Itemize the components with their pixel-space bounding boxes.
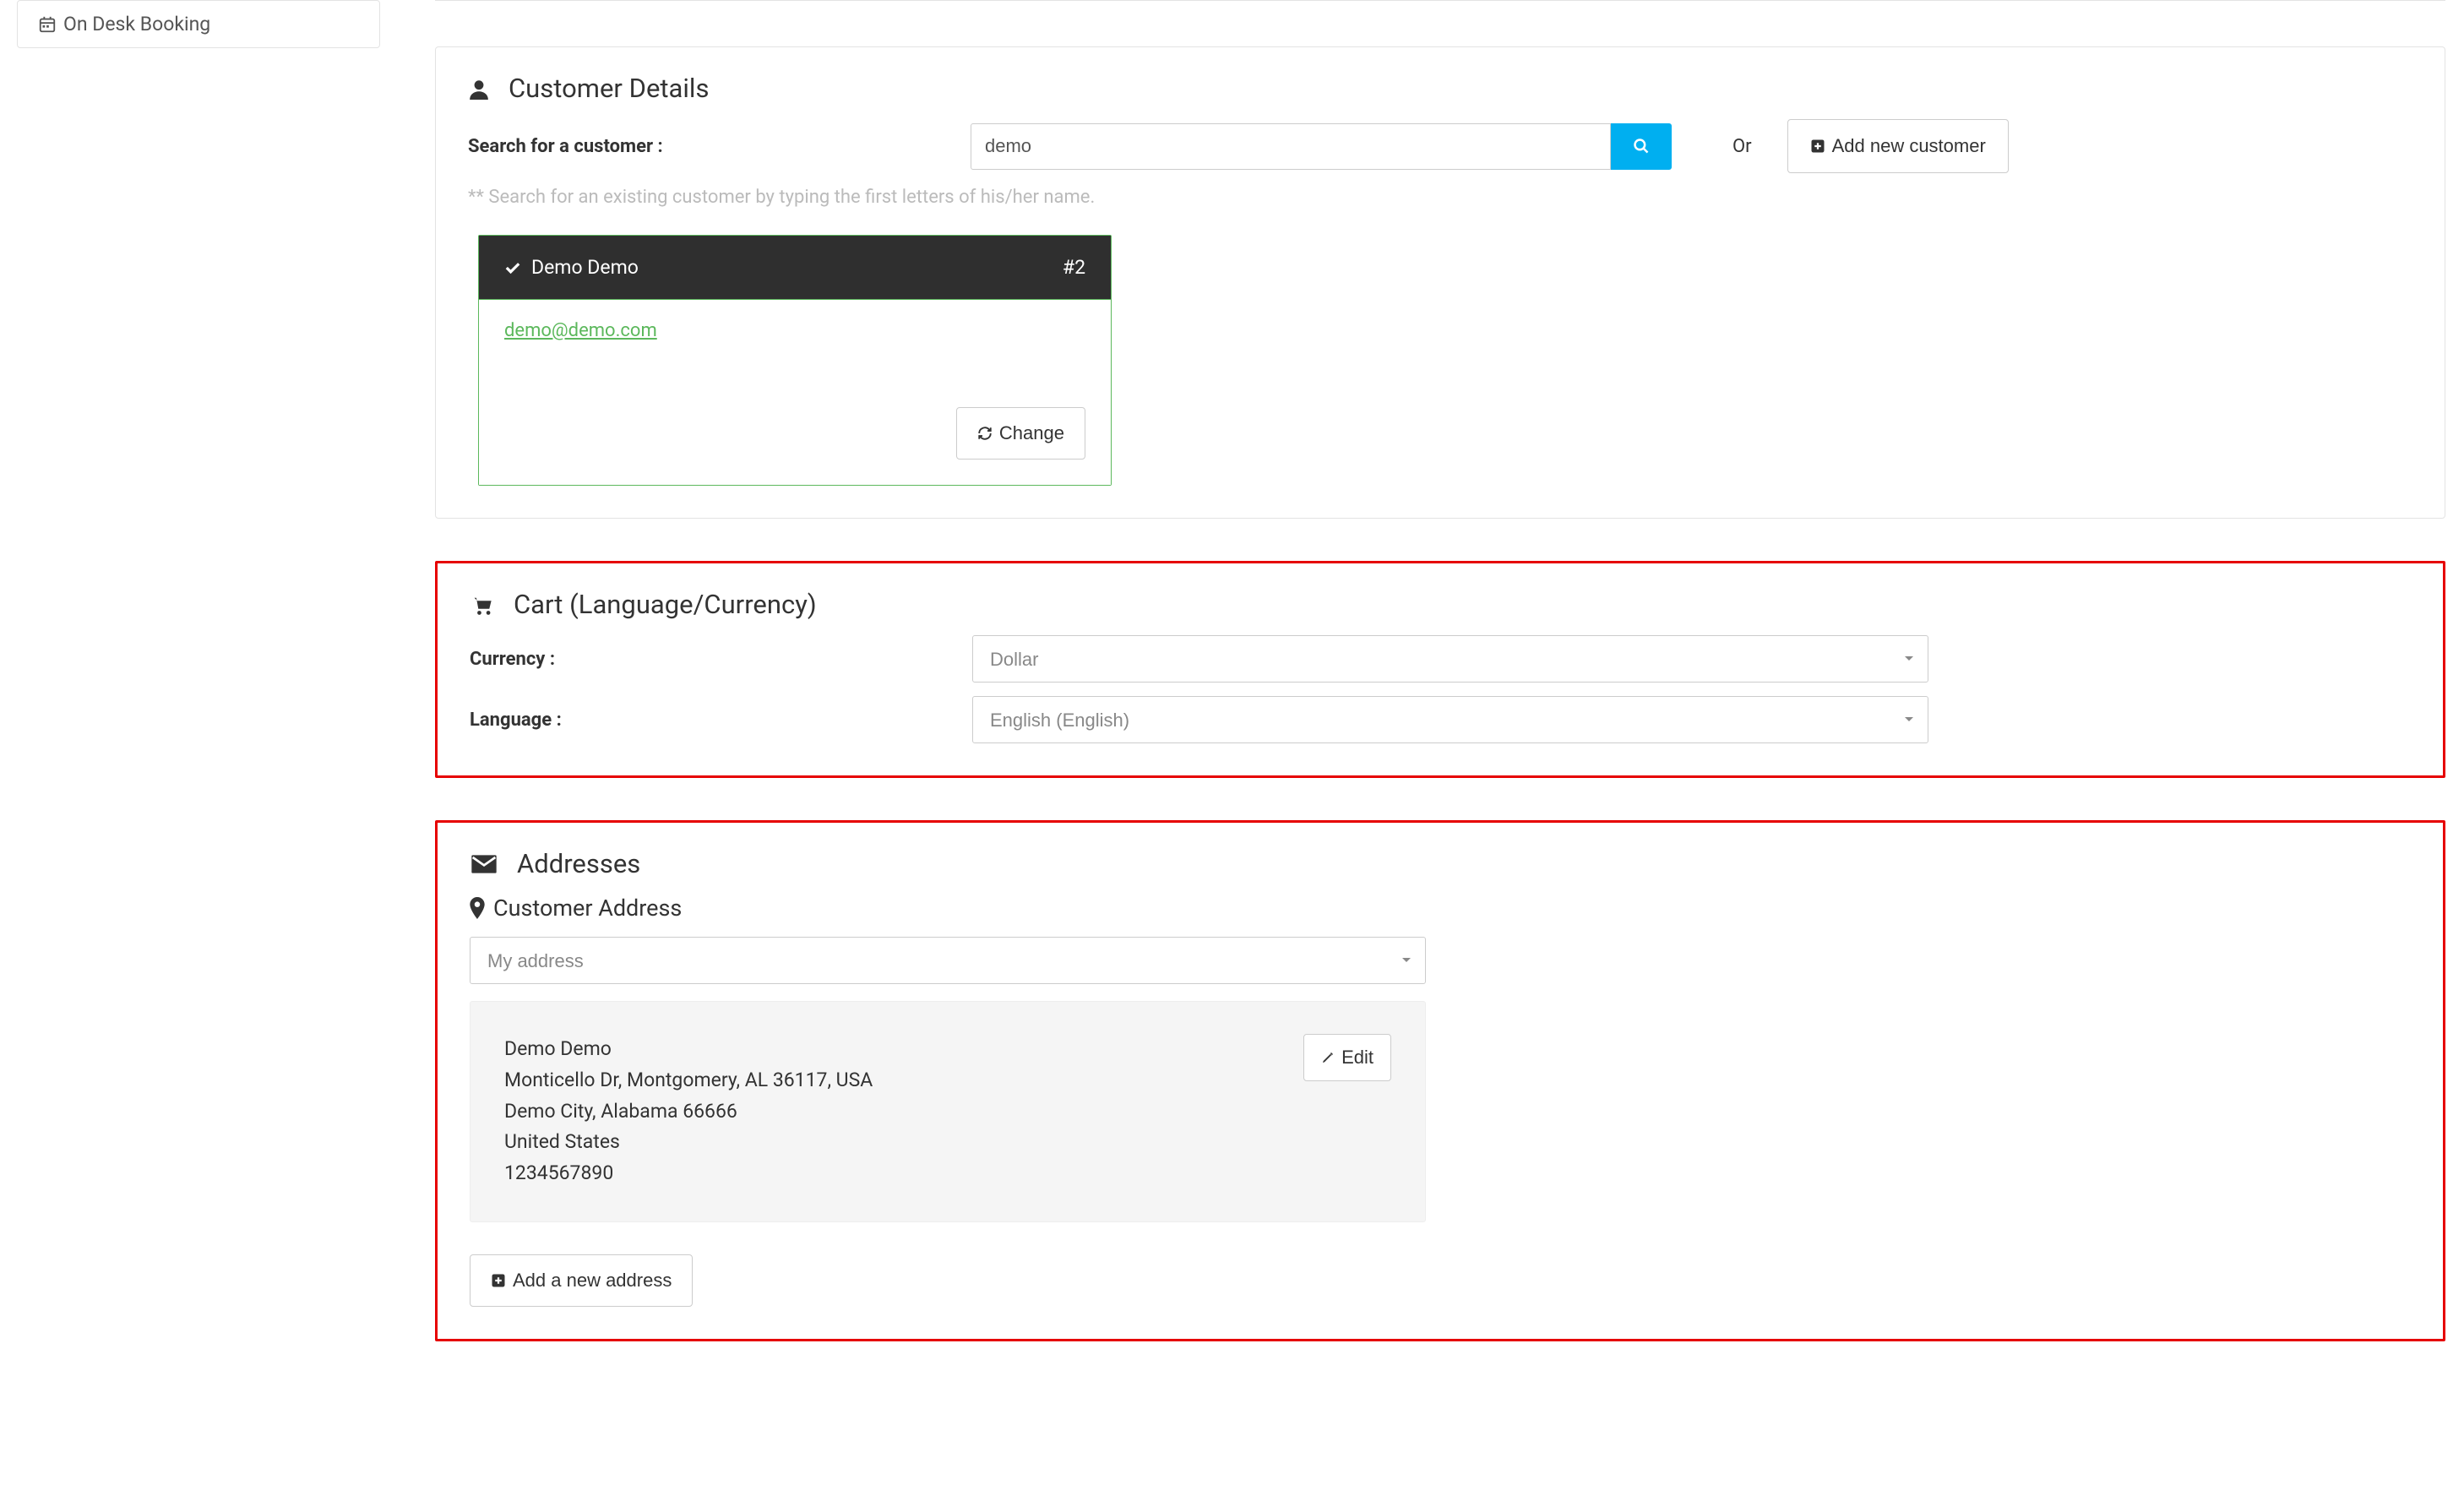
customer-id: #2 [1063, 256, 1085, 279]
panel-title-text: Addresses [517, 848, 640, 879]
envelope-icon [470, 854, 498, 874]
panel-subtitle-text: Customer Address [493, 895, 682, 922]
plus-square-icon [491, 1273, 506, 1288]
change-label: Change [999, 422, 1064, 444]
search-label: Search for a customer : [468, 136, 971, 157]
address-line: United States [504, 1127, 873, 1158]
form-row-language: Language : English (English) [470, 696, 2411, 743]
pencil-icon [1321, 1051, 1335, 1064]
plus-square-icon [1810, 139, 1825, 154]
language-select[interactable]: English (English) [972, 696, 1928, 743]
divider [435, 0, 2445, 1]
map-marker-icon [470, 897, 485, 919]
address-line: 1234567890 [504, 1158, 873, 1189]
currency-select[interactable]: Dollar [972, 635, 1928, 683]
panel-addresses: Addresses Customer Address My address De… [435, 820, 2445, 1341]
panel-subtitle-customer-address: Customer Address [470, 895, 2411, 922]
panel-title-text: Customer Details [509, 73, 709, 104]
panel-title-text: Cart (Language/Currency) [514, 589, 817, 620]
cart-icon [470, 594, 495, 616]
panel-customer-details: Customer Details Search for a customer :… [435, 46, 2445, 519]
panel-cart: Cart (Language/Currency) Currency : Doll… [435, 561, 2445, 778]
form-row-currency: Currency : Dollar [470, 635, 2411, 683]
edit-address-button[interactable]: Edit [1303, 1034, 1391, 1081]
sidebar: On Desk Booking [17, 0, 380, 48]
add-new-address-button[interactable]: Add a new address [470, 1254, 693, 1307]
or-label: Or [1732, 136, 1752, 157]
change-customer-button[interactable]: Change [956, 407, 1085, 460]
address-line: Demo City, Alabama 66666 [504, 1096, 873, 1128]
customer-email-link[interactable]: demo@demo.com [504, 320, 1085, 341]
address-line: Monticello Dr, Montgomery, AL 36117, USA [504, 1065, 873, 1096]
search-hint: ** Search for an existing customer by ty… [468, 187, 2412, 208]
check-icon [504, 261, 521, 275]
panel-title-cart: Cart (Language/Currency) [470, 589, 2411, 620]
language-label: Language : [470, 710, 972, 731]
calendar-icon [38, 15, 57, 34]
customer-name: Demo Demo [531, 256, 639, 279]
user-icon [468, 77, 490, 101]
add-customer-label: Add new customer [1832, 135, 1986, 157]
address-line: Demo Demo [504, 1034, 873, 1065]
form-row-search: Search for a customer : Or [468, 119, 2412, 173]
edit-label: Edit [1341, 1047, 1373, 1069]
address-box: Demo Demo Monticello Dr, Montgomery, AL … [470, 1001, 1426, 1222]
add-address-label: Add a new address [513, 1270, 672, 1292]
main-content: Customer Details Search for a customer :… [435, 0, 2445, 1384]
search-input[interactable] [971, 123, 1611, 170]
add-new-customer-button[interactable]: Add new customer [1787, 119, 2009, 173]
sidebar-item-label: On Desk Booking [63, 13, 210, 35]
currency-label: Currency : [470, 649, 972, 670]
panel-title-addresses: Addresses [470, 848, 2411, 879]
sidebar-item-desk-booking[interactable]: On Desk Booking [17, 0, 380, 48]
address-select[interactable]: My address [470, 937, 1426, 984]
address-lines: Demo Demo Monticello Dr, Montgomery, AL … [504, 1034, 873, 1189]
search-icon [1633, 138, 1650, 155]
customer-card: Demo Demo #2 demo@demo.com [478, 235, 1112, 486]
customer-card-header: Demo Demo #2 [479, 236, 1111, 300]
refresh-icon [977, 426, 993, 441]
panel-title-customer: Customer Details [468, 73, 2412, 104]
search-button[interactable] [1611, 123, 1672, 170]
